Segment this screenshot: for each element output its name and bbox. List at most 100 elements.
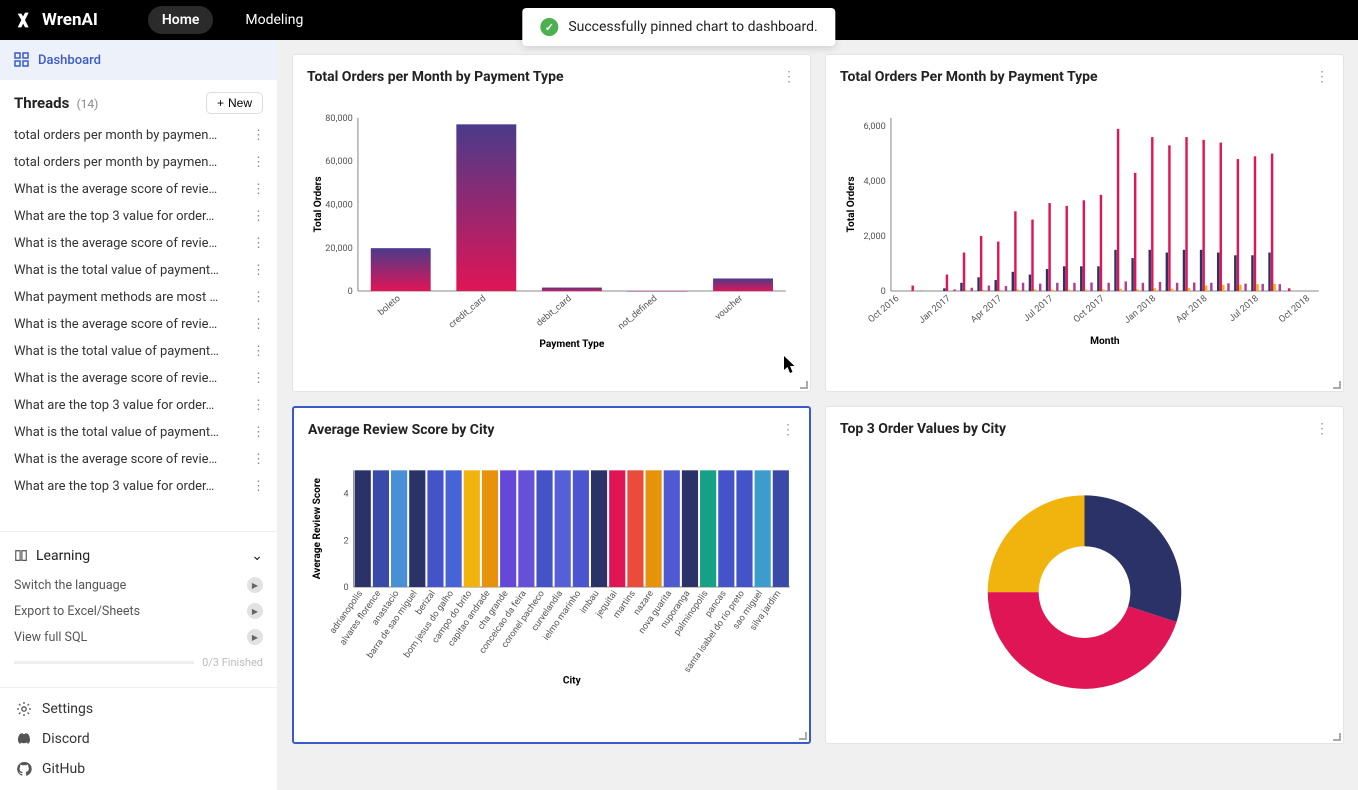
thread-more-button[interactable]: ⋮: [246, 398, 271, 413]
gear-icon: [16, 701, 32, 717]
thread-item[interactable]: What is the total value of payment… ⋮: [0, 257, 277, 284]
thread-item[interactable]: What are the top 3 value for order…⋮: [0, 203, 277, 230]
learning-progress: 0/3 Finished: [0, 650, 277, 679]
svg-text:Average Review Score: Average Review Score: [312, 478, 323, 580]
thread-more-button[interactable]: ⋮: [246, 155, 271, 170]
svg-text:Total Orders: Total Orders: [313, 176, 324, 232]
thread-more-button[interactable]: ⋮: [246, 290, 271, 305]
thread-label: What is the average score of revie…: [14, 371, 217, 386]
learning-header[interactable]: Learning ⌄: [0, 540, 277, 572]
resize-handle[interactable]: [798, 379, 808, 389]
thread-more-button[interactable]: ⋮: [246, 263, 271, 278]
card-menu-button[interactable]: ⋮: [1315, 421, 1329, 437]
thread-more-button[interactable]: ⋮: [246, 344, 271, 359]
svg-text:40,000: 40,000: [325, 200, 353, 210]
discord-link[interactable]: Discord: [0, 724, 277, 754]
svg-text:60,000: 60,000: [325, 157, 353, 167]
chart-1: 020,00040,00060,00080,000boletocredit_ca…: [307, 93, 796, 377]
learning-item[interactable]: Switch the language ▶: [0, 572, 277, 598]
sidebar-dashboard-label: Dashboard: [38, 53, 101, 68]
threads-header: Threads (14) + New: [0, 80, 277, 122]
thread-label: total orders per month by paymen…: [14, 155, 217, 170]
dashboard-content: Total Orders per Month by Payment Type⋮ …: [278, 40, 1358, 790]
svg-text:0: 0: [343, 583, 348, 593]
toast-success: ✓ Successfully pinned chart to dashboard…: [522, 8, 835, 46]
thread-label: What is the total value of payment…: [14, 425, 219, 440]
thread-label: total orders per month by paymen…: [14, 128, 217, 143]
discord-label: Discord: [42, 731, 90, 747]
nav-modeling[interactable]: Modeling: [231, 6, 317, 34]
thread-item[interactable]: What is the total value of payment… ⋮: [0, 419, 277, 446]
card-menu-button[interactable]: ⋮: [781, 422, 795, 438]
learning-title: Learning: [36, 548, 90, 564]
learning-item[interactable]: Export to Excel/Sheets▶: [0, 598, 277, 624]
new-thread-button[interactable]: + New: [206, 92, 263, 114]
app-logo: WrenAI: [14, 9, 98, 31]
thread-item[interactable]: What is the average score of revie…⋮: [0, 311, 277, 338]
thread-item[interactable]: What is the average score of revie… ⋮: [0, 365, 277, 392]
github-link[interactable]: GitHub: [0, 754, 277, 784]
resize-handle[interactable]: [797, 730, 807, 740]
thread-item[interactable]: What is the average score of revie… ⋮: [0, 230, 277, 257]
thread-label: What is the total value of payment…: [14, 344, 219, 359]
svg-text:Payment Type: Payment Type: [539, 339, 604, 350]
thread-more-button[interactable]: ⋮: [246, 371, 271, 386]
progress-bar: [14, 661, 194, 664]
learning-item-label: Switch the language: [14, 578, 126, 593]
svg-text:0: 0: [348, 287, 353, 297]
thread-item[interactable]: total orders per month by paymen… ⋮: [0, 149, 277, 176]
svg-text:4,000: 4,000: [863, 177, 885, 187]
thread-label: What are the top 3 value for order…: [14, 398, 214, 413]
thread-more-button[interactable]: ⋮: [246, 128, 271, 143]
thread-label: What is the average score of revie…: [14, 182, 217, 197]
thread-item[interactable]: What is the average score of revie… ⋮: [0, 176, 277, 203]
wren-logo-icon: [14, 9, 36, 31]
svg-text:voucher: voucher: [714, 294, 745, 323]
svg-text:80,000: 80,000: [325, 114, 353, 124]
play-icon: ▶: [247, 577, 263, 593]
thread-more-button[interactable]: ⋮: [246, 182, 271, 197]
svg-text:2,000: 2,000: [863, 232, 885, 242]
chart-2: 02,0004,0006,000Oct 2016Jan 2017Apr 2017…: [840, 93, 1329, 377]
thread-more-button[interactable]: ⋮: [246, 317, 271, 332]
check-icon: ✓: [540, 18, 558, 36]
thread-item[interactable]: total orders per month by paymen… ⋮: [0, 122, 277, 149]
chevron-down-icon: ⌄: [251, 548, 263, 564]
card-menu-button[interactable]: ⋮: [782, 69, 796, 85]
svg-text:Apr 2018: Apr 2018: [1175, 294, 1210, 325]
github-label: GitHub: [42, 761, 85, 777]
thread-label: What is the average score of revie…: [14, 236, 217, 251]
learning-item-label: View full SQL: [14, 630, 87, 645]
thread-list: total orders per month by paymen…⋮total …: [0, 122, 277, 531]
settings-link[interactable]: Settings: [0, 694, 277, 724]
threads-title: Threads: [14, 94, 69, 112]
resize-handle[interactable]: [1331, 379, 1341, 389]
thread-more-button[interactable]: ⋮: [246, 209, 271, 224]
learning-item[interactable]: View full SQL▶: [0, 624, 277, 650]
thread-item[interactable]: What is the average score of revie…⋮: [0, 446, 277, 473]
thread-more-button[interactable]: ⋮: [246, 479, 271, 494]
thread-item[interactable]: What payment methods are most …⋮: [0, 284, 277, 311]
progress-text: 0/3 Finished: [202, 656, 263, 669]
thread-item[interactable]: What are the top 3 value for order…⋮: [0, 473, 277, 500]
card-total-orders-by-month[interactable]: Total Orders Per Month by Payment Type⋮ …: [825, 54, 1344, 392]
card-top-3-order-values[interactable]: Top 3 Order Values by City⋮: [825, 406, 1344, 744]
card-menu-button[interactable]: ⋮: [1315, 69, 1329, 85]
sidebar-dashboard[interactable]: Dashboard: [0, 40, 277, 80]
card-average-review-score[interactable]: Average Review Score by City⋮ 024adriano…: [292, 406, 811, 744]
svg-text:Total Orders: Total Orders: [846, 176, 857, 232]
thread-item[interactable]: What are the top 3 value for order… ⋮: [0, 392, 277, 419]
new-label: New: [228, 96, 252, 110]
thread-label: What is the total value of payment…: [14, 263, 219, 278]
thread-item[interactable]: What is the total value of payment… ⋮: [0, 338, 277, 365]
svg-text:Month: Month: [1090, 336, 1120, 347]
card-total-orders-by-payment-type[interactable]: Total Orders per Month by Payment Type⋮ …: [292, 54, 811, 392]
nav-home[interactable]: Home: [148, 6, 214, 34]
thread-more-button[interactable]: ⋮: [246, 425, 271, 440]
svg-text:20,000: 20,000: [325, 244, 353, 254]
thread-more-button[interactable]: ⋮: [246, 452, 271, 467]
top-nav: Home Modeling: [148, 6, 317, 34]
discord-icon: [16, 731, 32, 747]
resize-handle[interactable]: [1331, 731, 1341, 741]
thread-more-button[interactable]: ⋮: [246, 236, 271, 251]
